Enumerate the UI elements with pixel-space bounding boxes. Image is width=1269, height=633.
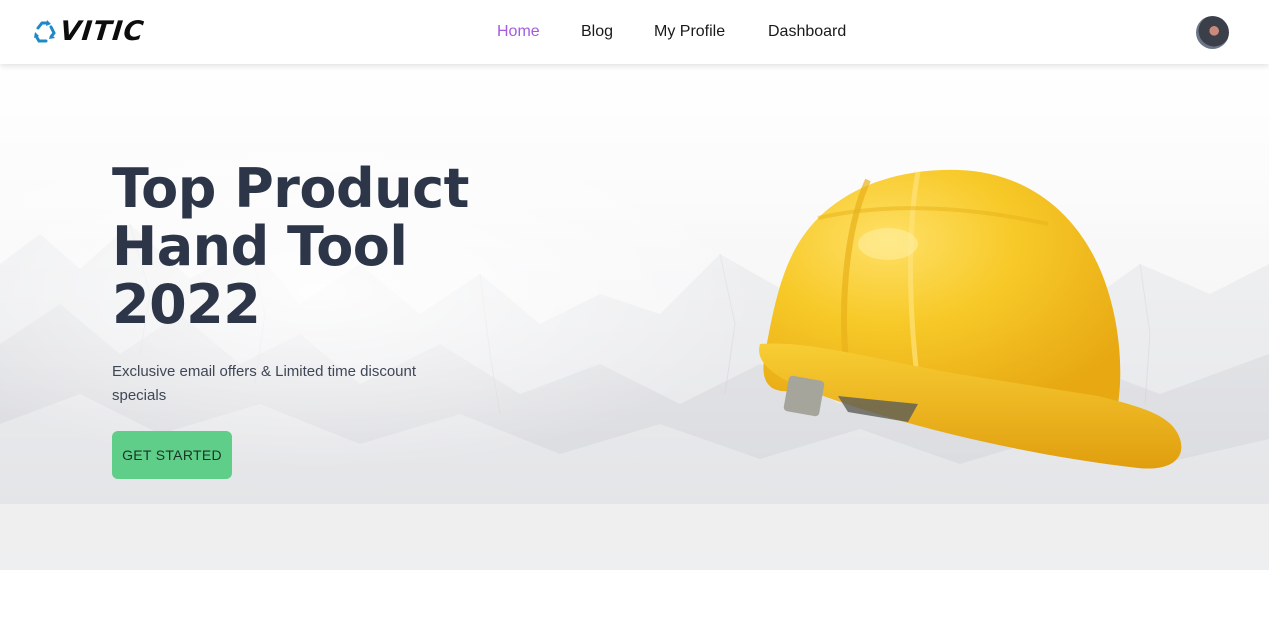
main-nav: Home Blog My Profile Dashboard xyxy=(0,0,1269,64)
nav-my-profile[interactable]: My Profile xyxy=(654,22,725,42)
hero-banner: Top Product Hand Tool 2022 Exclusive ema… xyxy=(0,64,1269,570)
nav-blog[interactable]: Blog xyxy=(581,22,613,42)
hero-title-line: 2022 xyxy=(112,273,261,336)
top-navbar: VITIC Home Blog My Profile Dashboard xyxy=(0,0,1269,64)
content-section xyxy=(0,570,1269,633)
nav-dashboard[interactable]: Dashboard xyxy=(768,22,846,42)
get-started-button[interactable]: GET STARTED xyxy=(112,431,232,479)
hard-hat-image xyxy=(759,169,1182,469)
nav-home[interactable]: Home xyxy=(497,22,540,42)
hero-title-line: Hand Tool xyxy=(112,215,408,278)
user-avatar[interactable] xyxy=(1196,16,1229,49)
hero-title: Top Product Hand Tool 2022 xyxy=(112,160,532,334)
hero-subtitle: Exclusive email offers & Limited time di… xyxy=(112,363,417,404)
hero-title-line: Top Product xyxy=(112,157,469,220)
